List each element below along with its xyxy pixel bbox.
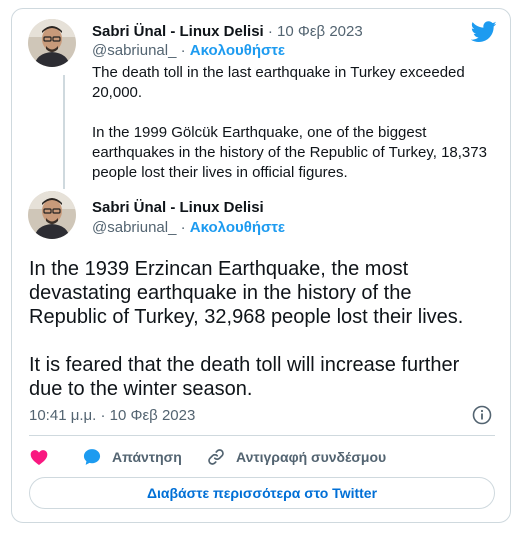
- avatar[interactable]: [28, 19, 76, 67]
- tweet-2-header: Sabri Ünal - Linux Delisi: [92, 199, 264, 217]
- avatar-image: [28, 191, 76, 239]
- tweet-1-subheader: @sabriunal_ · Ακολουθήστε: [92, 42, 285, 60]
- divider: [29, 435, 495, 436]
- tweet-2-subheader: @sabriunal_ · Ακολουθήστε: [92, 219, 285, 237]
- tweet-paragraph: The death toll in the last earthquake in…: [92, 64, 465, 101]
- tweet-date[interactable]: · 10 Φεβ 2023: [268, 23, 363, 40]
- tweet-1-header: Sabri Ünal - Linux Delisi · 10 Φεβ 2023: [92, 23, 363, 41]
- follow-link[interactable]: Ακολουθήστε: [190, 42, 285, 59]
- separator: ·: [176, 219, 190, 236]
- follow-link[interactable]: Ακολουθήστε: [190, 219, 285, 236]
- author-name[interactable]: Sabri Ünal - Linux Delisi: [92, 199, 264, 216]
- author-handle[interactable]: @sabriunal_: [92, 42, 176, 59]
- reply-label[interactable]: Απάντηση: [112, 449, 182, 465]
- read-more-button[interactable]: Διαβάστε περισσότερα στο Twitter: [29, 477, 495, 509]
- avatar[interactable]: [28, 191, 76, 239]
- tweet-timestamp[interactable]: 10:41 μ.μ. · 10 Φεβ 2023: [29, 407, 195, 424]
- tweet-2-text: In the 1939 Erzincan Earthquake, the mos…: [29, 257, 479, 425]
- author-handle[interactable]: @sabriunal_: [92, 219, 176, 236]
- twitter-bird-icon[interactable]: [471, 21, 497, 43]
- separator: ·: [176, 42, 190, 59]
- tweet-paragraph: It is feared that the death toll will in…: [29, 354, 460, 400]
- tweet-paragraph: In the 1939 Erzincan Earthquake, the mos…: [29, 258, 464, 328]
- like-action[interactable]: [29, 447, 49, 467]
- author-name[interactable]: Sabri Ünal - Linux Delisi: [92, 23, 264, 40]
- link-icon[interactable]: [206, 447, 226, 467]
- tweet-1-text: The death toll in the last earthquake in…: [92, 63, 487, 203]
- thread-connector-line: [63, 75, 65, 189]
- copy-link-label[interactable]: Αντιγραφή συνδέσμου: [236, 449, 386, 465]
- reply-action[interactable]: Απάντηση: [82, 447, 182, 467]
- info-icon[interactable]: [472, 405, 492, 425]
- avatar-image: [28, 19, 76, 67]
- tweet-paragraph: In the 1999 Gölcük Earthquake, one of th…: [92, 124, 487, 181]
- heart-icon[interactable]: [29, 447, 49, 467]
- embedded-tweet-card: Sabri Ünal - Linux Delisi · 10 Φεβ 2023 …: [11, 8, 511, 523]
- reply-bubble-icon[interactable]: [82, 447, 102, 467]
- copy-link-action[interactable]: Αντιγραφή συνδέσμου: [206, 447, 386, 467]
